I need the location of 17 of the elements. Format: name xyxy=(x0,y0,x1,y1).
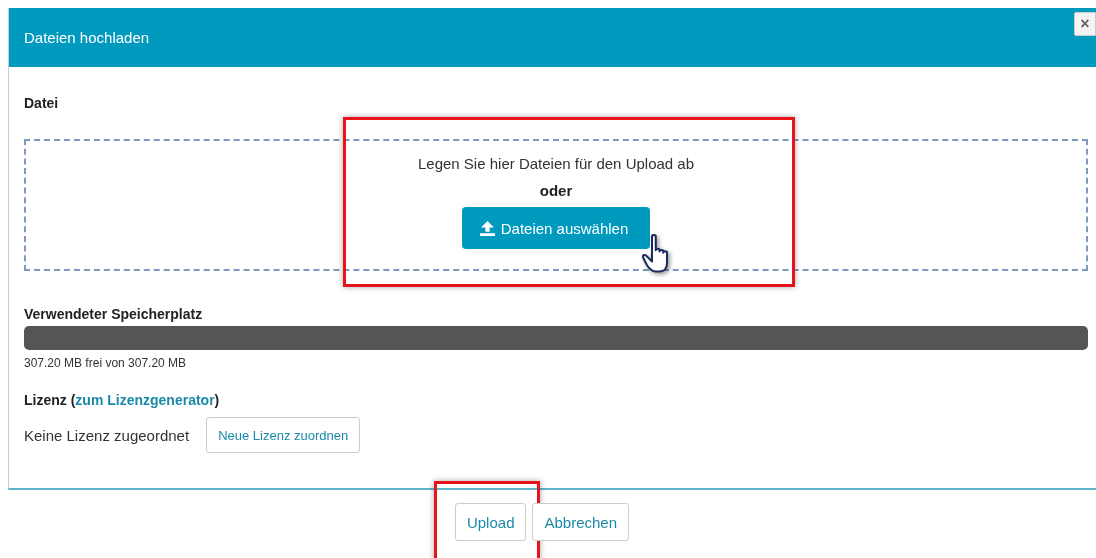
dialog-title: Dateien hochladen xyxy=(24,29,150,46)
cancel-button[interactable]: Abbrechen xyxy=(532,503,630,541)
license-label: Lizenz ( xyxy=(24,392,76,408)
assign-license-button[interactable]: Neue Lizenz zuordnen xyxy=(206,417,361,453)
upload-icon xyxy=(479,220,495,236)
section-label: Datei xyxy=(24,95,60,111)
choose-files-button[interactable]: Dateien auswählen xyxy=(461,207,651,249)
storage-reading: 307.20 MB frei von 307.20 MB xyxy=(24,356,188,370)
separator-text: oder xyxy=(539,182,573,199)
license-status: Keine Lizenz zugeordnet xyxy=(24,426,190,444)
close-button[interactable]: × xyxy=(1074,12,1096,36)
upload-button[interactable]: Upload xyxy=(454,503,527,541)
drop-hint: Legen Sie hier Dateien für den Upload ab xyxy=(418,155,694,172)
drop-zone[interactable]: Legen Sie hier Dateien für den Upload ab oder Dateien auswählen xyxy=(24,139,1088,271)
license-label-end: ) xyxy=(214,392,220,408)
license-generator-link[interactable]: zum Lizenzgenerator xyxy=(75,392,215,408)
storage-label: Verwendeter Speicherplatz xyxy=(24,306,204,322)
